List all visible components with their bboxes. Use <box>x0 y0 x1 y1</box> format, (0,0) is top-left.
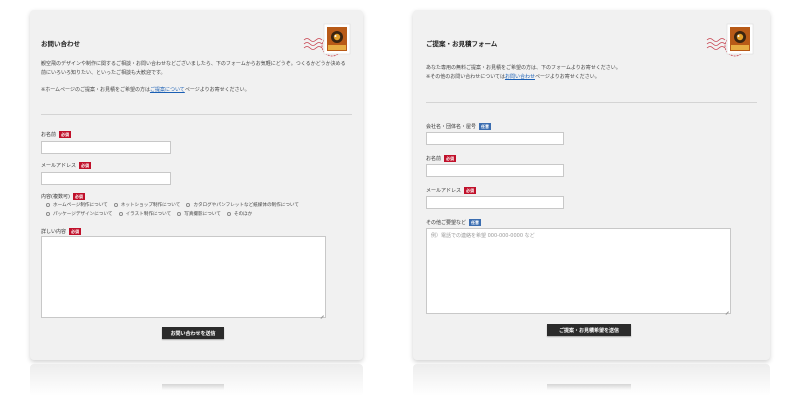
content-checkbox-row-1: ホームページ制作について ネットショップ制作について カタログやパンフレットなど… <box>46 202 305 208</box>
contact-divider <box>41 114 352 115</box>
checkbox-label: パッケージデザインについて <box>53 212 113 217</box>
checkbox-label: ネットショップ制作について <box>120 203 181 208</box>
checkbox-box[interactable] <box>113 203 118 207</box>
checkbox-box[interactable] <box>46 212 50 216</box>
button-reflection <box>162 384 224 390</box>
required-badge: 必須 <box>444 155 457 162</box>
name-input[interactable] <box>426 164 564 177</box>
card-reflection <box>413 364 770 396</box>
name-label-text: お名前 <box>426 156 442 162</box>
contact-intro-line1: 観空飛のデザインや制作に関するご相談・お問い合わせなどございましたら、下のフォー… <box>41 61 346 67</box>
checkbox-label: カタログやパンフレットなど紙媒体の制作について <box>193 203 299 208</box>
postage-stamp-icon <box>303 23 351 57</box>
contact-intro-line2: 前にいろいろ知りたい、といったご相談も大歓迎です。 <box>41 70 166 76</box>
required-badge: 必須 <box>69 228 82 235</box>
resize-grip-icon[interactable] <box>725 308 730 313</box>
contact-note-suffix: ページよりお寄せください。 <box>184 87 250 93</box>
name-label: お名前 必須 <box>426 155 457 162</box>
optional-badge: 任意 <box>479 123 492 130</box>
button-reflection <box>547 384 631 390</box>
checkbox-illustration[interactable]: イラスト制作について <box>118 211 172 217</box>
proposal-intro-line1: あなた専用の無料ご提案・お見積をご希望の方は、下のフォームよりお寄せください。 <box>426 65 621 71</box>
required-badge: 必須 <box>79 162 92 169</box>
email-label-text: メールアドレス <box>426 188 462 194</box>
postage-stamp-icon <box>706 23 754 57</box>
contact-page-link[interactable]: お問い合わせ <box>505 74 535 80</box>
email-input[interactable] <box>426 196 564 209</box>
email-label-text: メールアドレス <box>41 163 77 169</box>
proposal-submit-button[interactable]: ご提案・お見積希望を送信 <box>547 324 631 336</box>
checkbox-print[interactable]: カタログやパンフレットなど紙媒体の制作について <box>186 202 299 208</box>
name-input[interactable] <box>41 141 171 154</box>
name-label-text: お名前 <box>41 132 57 138</box>
detail-textarea[interactable] <box>41 236 326 318</box>
required-badge: 必須 <box>59 131 72 138</box>
checkbox-box[interactable] <box>177 212 182 216</box>
content-label-text: 内容(複数可) <box>41 194 70 200</box>
proposal-divider <box>426 102 757 103</box>
card-reflection <box>30 364 363 396</box>
content-label: 内容(複数可) 必須 <box>41 193 85 200</box>
name-label: お名前 必須 <box>41 131 72 138</box>
request-label: その他ご要望など 任意 <box>426 219 482 226</box>
checkbox-box[interactable] <box>186 203 191 207</box>
email-input[interactable] <box>41 172 171 185</box>
company-label: 会社名・団体名・屋号 任意 <box>426 123 492 130</box>
company-label-text: 会社名・団体名・屋号 <box>426 124 477 130</box>
optional-badge: 任意 <box>469 219 482 226</box>
checkbox-label: 写真撮影について <box>184 212 221 217</box>
checkbox-other[interactable]: そのほか <box>226 211 253 217</box>
contact-submit-button[interactable]: お問い合わせを送信 <box>162 327 224 339</box>
checkbox-photo[interactable]: 写真撮影について <box>177 211 221 217</box>
checkbox-homepage[interactable]: ホームページ制作について <box>46 202 108 208</box>
contact-proposal-note: ※ホームページのご提案・お見積をご希望の方はご提案についてページよりお寄せくださ… <box>41 86 250 95</box>
content-checkbox-row-2: パッケージデザインについて イラスト制作について 写真撮影について そのほか <box>46 211 258 217</box>
contact-form-card: お問い合わせ 観空飛のデザインや制作に関するご相談・お問い合わせなどございました… <box>30 10 363 360</box>
checkbox-box[interactable] <box>226 212 231 216</box>
proposal-note-suffix: ページよりお寄せください。 <box>534 74 600 80</box>
checkbox-box[interactable] <box>118 212 123 216</box>
checkbox-netshop[interactable]: ネットショップ制作について <box>113 202 181 208</box>
proposal-contact-note: ※その他のお問い合わせについてはお問い合わせページよりお寄せください。 <box>426 73 600 82</box>
resize-grip-icon[interactable] <box>320 312 325 317</box>
detail-label-text: 詳しい内容 <box>41 229 67 235</box>
company-input[interactable] <box>426 132 564 145</box>
contact-note-prefix: ※ホームページのご提案・お見積をご希望の方は <box>41 87 150 93</box>
checkbox-label: そのほか <box>233 212 253 217</box>
proposal-form-title: ご提案・お見積フォーム <box>426 40 498 48</box>
email-label: メールアドレス 必須 <box>41 162 92 169</box>
proposal-form-card: ご提案・お見積フォーム あなた専用の無料ご提案・お見積をご希望の方は、下のフォー… <box>413 10 770 360</box>
checkbox-package[interactable]: パッケージデザインについて <box>46 211 113 217</box>
required-badge: 必須 <box>464 187 477 194</box>
email-label: メールアドレス 必須 <box>426 187 477 194</box>
request-textarea[interactable] <box>426 228 731 314</box>
checkbox-label: ホームページ制作について <box>53 203 108 208</box>
proposal-note-prefix: ※その他のお問い合わせについては <box>426 74 505 80</box>
checkbox-label: イラスト制作について <box>125 212 172 217</box>
checkbox-box[interactable] <box>46 203 50 207</box>
required-badge: 必須 <box>72 193 85 200</box>
detail-label: 詳しい内容 必須 <box>41 228 82 235</box>
proposal-page-link[interactable]: ご提案について <box>150 87 185 93</box>
contact-form-title: お問い合わせ <box>41 40 80 48</box>
request-label-text: その他ご要望など <box>426 220 467 226</box>
